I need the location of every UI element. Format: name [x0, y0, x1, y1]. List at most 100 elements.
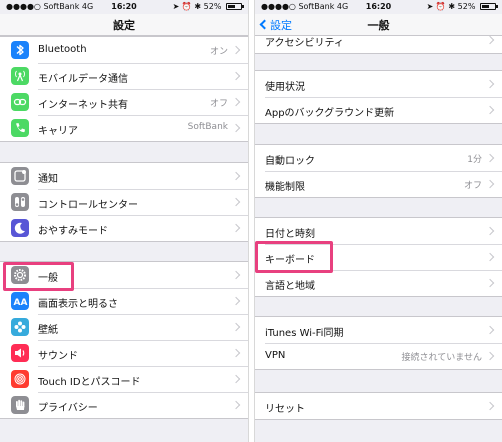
page-title: 設定: [113, 19, 135, 32]
settings-item-control-center[interactable]: コントロールセンター: [0, 189, 248, 215]
chevron-right-icon: [485, 401, 495, 411]
chevron-right-icon: [485, 226, 495, 236]
settings-item-bluetooth[interactable]: Bluetooth オン: [0, 37, 248, 63]
location-icon: ➤: [172, 2, 180, 11]
chevron-right-icon: [485, 35, 495, 45]
chevron-right-icon: [485, 79, 495, 89]
chevron-right-icon: [485, 278, 495, 288]
settings-item-touch-id[interactable]: Touch IDとパスコード: [0, 366, 248, 392]
settings-item-label: 使用状況: [265, 82, 305, 93]
settings-item-label: キーボード: [265, 255, 315, 266]
settings-item-label: 一般: [38, 273, 58, 284]
settings-item-label: おやすみモード: [38, 226, 108, 237]
svg-text:AA: AA: [14, 298, 28, 308]
settings-item-hotspot[interactable]: インターネット共有 オフ: [0, 89, 248, 115]
settings-item-value: オフ: [209, 99, 228, 109]
settings-item-label: サウンド: [38, 351, 78, 362]
chevron-right-icon: [485, 325, 495, 335]
battery-icon: [226, 3, 244, 10]
settings-group-notifications: 通知 コントロールセンター おやすみモード: [0, 162, 248, 242]
navigation-bar: 設定: [0, 14, 248, 36]
battery-percent: 52%: [457, 2, 476, 11]
settings-item-label: 通知: [38, 174, 58, 185]
settings-item-display[interactable]: AA 画面表示と明るさ: [0, 288, 248, 314]
settings-item-background-refresh[interactable]: Appのバックグラウンド更新: [255, 97, 502, 123]
settings-item-label: 壁紙: [38, 325, 58, 336]
settings-item-notifications[interactable]: 通知: [0, 163, 248, 189]
flower-icon: [11, 318, 29, 336]
gear-icon: [11, 266, 29, 284]
settings-item-carrier[interactable]: キャリア SoftBank: [0, 115, 248, 141]
chevron-right-icon: [485, 105, 495, 115]
settings-item-reset[interactable]: リセット: [255, 393, 502, 419]
settings-item-value: SoftBank: [187, 122, 228, 132]
settings-item-wallpaper[interactable]: 壁紙: [0, 314, 248, 340]
settings-item-label: リセット: [265, 404, 305, 415]
settings-item-language-region[interactable]: 言語と地域: [255, 270, 502, 296]
status-right: ➤ ⏰ ✱ 52%: [172, 2, 244, 11]
settings-item-vpn[interactable]: VPN 接続されていません: [255, 343, 502, 369]
hand-icon: [11, 396, 29, 414]
settings-item-label: モバイルデータ通信: [38, 74, 128, 85]
settings-item-cellular[interactable]: モバイルデータ通信: [0, 63, 248, 89]
settings-item-label: Touch IDとパスコード: [38, 377, 141, 388]
chevron-right-icon: [231, 97, 241, 107]
settings-item-keyboard[interactable]: キーボード: [255, 244, 502, 270]
settings-item-restrictions[interactable]: 機能制限 オフ: [255, 171, 502, 197]
chevron-right-icon: [231, 322, 241, 332]
general-group-reset: リセット: [255, 392, 502, 420]
settings-item-general[interactable]: 一般: [0, 262, 248, 288]
chevron-right-icon: [231, 197, 241, 207]
settings-item-label: 言語と地域: [265, 281, 315, 292]
alarm-icon: ⏰: [181, 2, 192, 11]
settings-item-itunes-sync[interactable]: iTunes Wi-Fi同期: [255, 317, 502, 343]
chevron-right-icon: [231, 71, 241, 81]
settings-item-do-not-disturb[interactable]: おやすみモード: [0, 215, 248, 241]
chevron-right-icon: [231, 45, 241, 55]
settings-item-value: オフ: [463, 181, 482, 191]
chevron-right-icon: [485, 179, 495, 189]
chevron-right-icon: [231, 374, 241, 384]
settings-item-label: インターネット共有: [38, 100, 128, 111]
settings-item-value: 1分: [467, 155, 482, 165]
settings-group-general: 一般 AA 画面表示と明るさ 壁紙 サウンド Touch IDとパスコード プラ…: [0, 261, 248, 419]
status-bar: ●●●●○ SoftBank 4G 16:20 ➤ ⏰ ✱ 52%: [0, 0, 248, 14]
settings-item-label: VPN: [265, 350, 286, 361]
chevron-right-icon: [485, 252, 495, 262]
settings-group-connectivity: Bluetooth オン モバイルデータ通信 インターネット共有 オフ キャリア…: [0, 36, 248, 142]
fingerprint-icon: [11, 370, 29, 388]
chevron-right-icon: [231, 123, 241, 133]
settings-item-label: 画面表示と明るさ: [38, 299, 118, 310]
settings-item-label: コントロールセンター: [38, 200, 138, 211]
settings-item-label: Appのバックグラウンド更新: [265, 108, 395, 119]
chevron-right-icon: [231, 296, 241, 306]
chevron-right-icon: [231, 270, 241, 280]
settings-item-label: iTunes Wi-Fi同期: [265, 328, 344, 339]
settings-item-sounds[interactable]: サウンド: [0, 340, 248, 366]
general-group-lock: 自動ロック 1分 機能制限 オフ: [255, 144, 502, 198]
battery-percent: 52%: [203, 2, 222, 11]
chevron-right-icon: [231, 348, 241, 358]
toggles-icon: [11, 193, 29, 211]
settings-item-label: Bluetooth: [38, 44, 87, 55]
settings-item-usage[interactable]: 使用状況: [255, 71, 502, 97]
bluetooth-status-icon: ✱: [194, 2, 202, 11]
settings-item-privacy[interactable]: プライバシー: [0, 392, 248, 418]
chevron-right-icon: [231, 171, 241, 181]
settings-item-label: プライバシー: [38, 403, 98, 414]
chevron-right-icon: [485, 351, 495, 361]
bluetooth-icon: [11, 41, 29, 59]
settings-item-label: アクセシビリティ: [265, 38, 344, 49]
phone-icon: [11, 119, 29, 137]
settings-item-label: 機能制限: [265, 182, 305, 193]
settings-item-label: キャリア: [38, 126, 78, 137]
link-icon: [11, 93, 29, 111]
settings-item-date-time[interactable]: 日付と時刻: [255, 218, 502, 244]
settings-item-value: 接続されていません: [401, 353, 482, 363]
page-title: 一般: [367, 19, 390, 32]
battery-icon: [480, 3, 498, 10]
antenna-icon: [11, 67, 29, 85]
chevron-right-icon: [231, 400, 241, 410]
settings-item-auto-lock[interactable]: 自動ロック 1分: [255, 145, 502, 171]
settings-item-label: 日付と時刻: [265, 229, 315, 240]
